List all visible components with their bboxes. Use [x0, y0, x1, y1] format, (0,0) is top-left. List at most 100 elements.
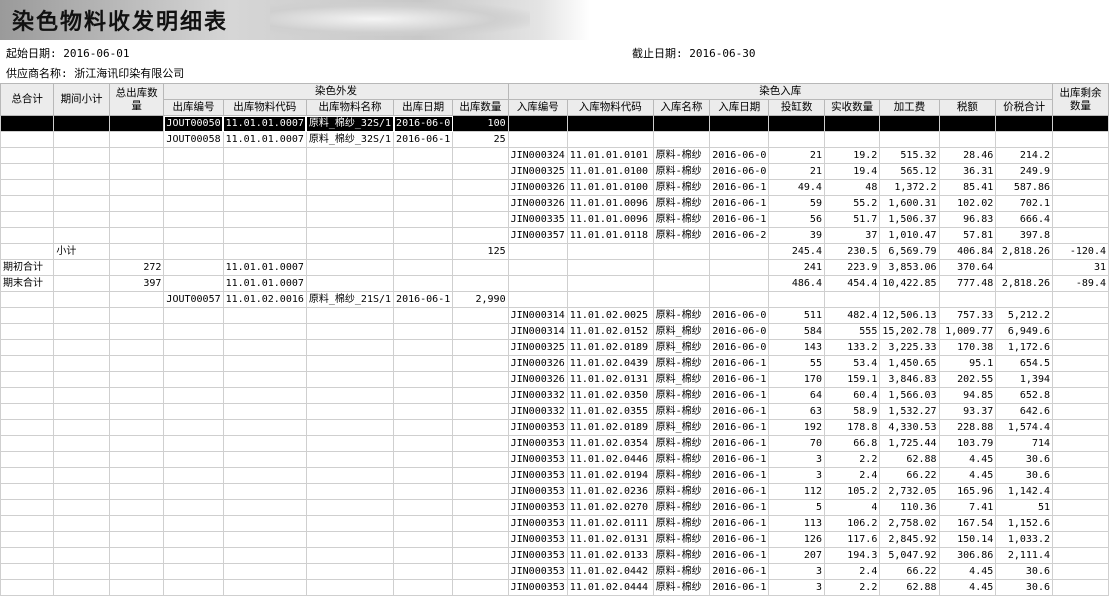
cell-total-with-tax[interactable]: [995, 115, 1053, 132]
cell-in-date[interactable]: 2016-06-1: [709, 419, 770, 436]
cell-processing-fee[interactable]: [879, 131, 940, 148]
cell-in-name[interactable]: [652, 291, 711, 308]
cell-out-code[interactable]: [222, 163, 307, 180]
table-row[interactable]: JIN000326 11.01.02.0131 原料_棉纱 2016-06-1 170 1…: [0, 371, 1109, 388]
cell-out-name[interactable]: [305, 371, 395, 388]
cell-in-code[interactable]: 11.01.02.0131: [566, 371, 654, 388]
cell-out-qty[interactable]: [452, 563, 509, 580]
cell-received-qty[interactable]: 2.4: [823, 467, 881, 484]
cell-total[interactable]: [0, 179, 55, 196]
cell-period-subtotal[interactable]: [53, 307, 110, 324]
cell-period-subtotal[interactable]: [53, 387, 110, 404]
table-row[interactable]: JIN000353 11.01.02.0354 原料-棉纱 2016-06-1 70 66…: [0, 435, 1109, 452]
cell-out-no[interactable]: [163, 419, 224, 436]
cell-processing-fee[interactable]: 3,853.06: [879, 259, 940, 276]
cell-remaining[interactable]: [1052, 195, 1109, 212]
cell-vat-count[interactable]: 192: [768, 419, 825, 436]
cell-in-code[interactable]: 11.01.02.0133: [566, 547, 654, 564]
cell-in-code[interactable]: 11.01.01.0100: [566, 179, 654, 196]
cell-vat-count[interactable]: [768, 291, 825, 308]
cell-tax[interactable]: 370.64: [938, 259, 997, 276]
cell-tax[interactable]: 165.96: [938, 483, 997, 500]
cell-in-name[interactable]: [652, 131, 711, 148]
cell-out-date[interactable]: [393, 563, 454, 580]
cell-out-no[interactable]: [163, 387, 224, 404]
cell-period-subtotal[interactable]: [53, 323, 110, 340]
cell-processing-fee[interactable]: 1,372.2: [879, 179, 940, 196]
cell-out-qty[interactable]: [452, 147, 509, 164]
cell-processing-fee[interactable]: 1,450.65: [879, 355, 940, 372]
cell-in-name[interactable]: 原料-棉纱: [652, 307, 711, 324]
cell-in-name[interactable]: 原料-棉纱: [652, 147, 711, 164]
cell-total-out-qty[interactable]: [108, 483, 165, 500]
cell-processing-fee[interactable]: 1,600.31: [879, 195, 940, 212]
cell-total-with-tax[interactable]: 1,172.6: [995, 339, 1053, 356]
cell-processing-fee[interactable]: 62.88: [879, 451, 940, 468]
cell-received-qty[interactable]: 66.8: [823, 435, 881, 452]
cell-out-name[interactable]: [305, 195, 395, 212]
cell-in-no[interactable]: JIN000353: [507, 467, 568, 484]
cell-out-qty[interactable]: [452, 515, 509, 532]
cell-out-code[interactable]: 11.01.01.0007: [222, 131, 307, 148]
cell-tax[interactable]: 103.79: [938, 435, 997, 452]
cell-remaining[interactable]: [1052, 467, 1109, 484]
cell-vat-count[interactable]: 55: [768, 355, 825, 372]
cell-total-out-qty[interactable]: [108, 419, 165, 436]
cell-out-code[interactable]: [222, 547, 307, 564]
cell-in-no[interactable]: JIN000325: [507, 339, 568, 356]
cell-out-code[interactable]: [222, 387, 307, 404]
cell-out-no[interactable]: [163, 531, 224, 548]
cell-out-qty[interactable]: 25: [452, 131, 509, 148]
cell-received-qty[interactable]: 194.3: [823, 547, 881, 564]
cell-out-name[interactable]: [305, 499, 395, 516]
cell-in-no[interactable]: [507, 275, 568, 292]
cell-in-date[interactable]: 2016-06-0: [709, 163, 770, 180]
cell-in-name[interactable]: 原料-棉纱: [652, 403, 711, 420]
cell-tax[interactable]: 93.37: [938, 403, 997, 420]
cell-total-out-qty[interactable]: [108, 179, 165, 196]
cell-in-name[interactable]: 原料-棉纱: [652, 483, 711, 500]
cell-out-date[interactable]: [393, 211, 454, 228]
cell-total-out-qty[interactable]: [108, 243, 165, 260]
cell-vat-count[interactable]: 584: [768, 323, 825, 340]
cell-remaining[interactable]: [1052, 355, 1109, 372]
cell-tax[interactable]: [938, 291, 997, 308]
cell-out-qty[interactable]: [452, 499, 509, 516]
cell-out-date[interactable]: [393, 195, 454, 212]
cell-in-no[interactable]: JIN000324: [507, 147, 568, 164]
cell-in-date[interactable]: 2016-06-1: [709, 563, 770, 580]
cell-out-name[interactable]: [305, 579, 395, 596]
cell-out-code[interactable]: [222, 211, 307, 228]
cell-out-name[interactable]: [305, 387, 395, 404]
cell-in-name[interactable]: 原料-棉纱: [652, 531, 711, 548]
cell-in-code[interactable]: [566, 291, 654, 308]
table-row[interactable]: JIN000324 11.01.01.0101 原料-棉纱 2016-06-0 21 19…: [0, 147, 1109, 164]
cell-vat-count[interactable]: 21: [768, 147, 825, 164]
cell-tax[interactable]: 228.88: [938, 419, 997, 436]
table-row[interactable]: JIN000357 11.01.01.0118 原料-棉纱 2016-06-2 39 37…: [0, 227, 1109, 244]
cell-total-out-qty[interactable]: [108, 307, 165, 324]
cell-vat-count[interactable]: 3: [768, 451, 825, 468]
cell-out-name[interactable]: [305, 483, 395, 500]
cell-period-subtotal[interactable]: [53, 275, 110, 292]
table-row[interactable]: JIN000353 11.01.02.0442 原料-棉纱 2016-06-1 3 2.4…: [0, 563, 1109, 580]
cell-vat-count[interactable]: 3: [768, 579, 825, 596]
cell-total[interactable]: [0, 515, 55, 532]
cell-in-no[interactable]: [507, 115, 568, 132]
cell-out-date[interactable]: [393, 499, 454, 516]
cell-out-no[interactable]: [163, 355, 224, 372]
cell-vat-count[interactable]: 5: [768, 499, 825, 516]
cell-out-code[interactable]: [222, 371, 307, 388]
cell-processing-fee[interactable]: 1,532.27: [879, 403, 940, 420]
cell-remaining[interactable]: [1052, 339, 1109, 356]
cell-in-code[interactable]: 11.01.02.0111: [566, 515, 654, 532]
cell-processing-fee[interactable]: 1,506.37: [879, 211, 940, 228]
cell-in-date[interactable]: 2016-06-1: [709, 483, 770, 500]
cell-in-name[interactable]: 原料-棉纱: [652, 451, 711, 468]
cell-tax[interactable]: [938, 131, 997, 148]
cell-out-date[interactable]: 2016-06-1: [393, 291, 454, 308]
table-row[interactable]: JOUT00057 11.01.02.0016 原料_棉纱_21S/1 2016-06…: [0, 291, 1109, 308]
cell-total[interactable]: [0, 419, 55, 436]
cell-out-name[interactable]: 原料_棉纱_21S/1: [305, 291, 395, 308]
cell-tax[interactable]: 96.83: [938, 211, 997, 228]
